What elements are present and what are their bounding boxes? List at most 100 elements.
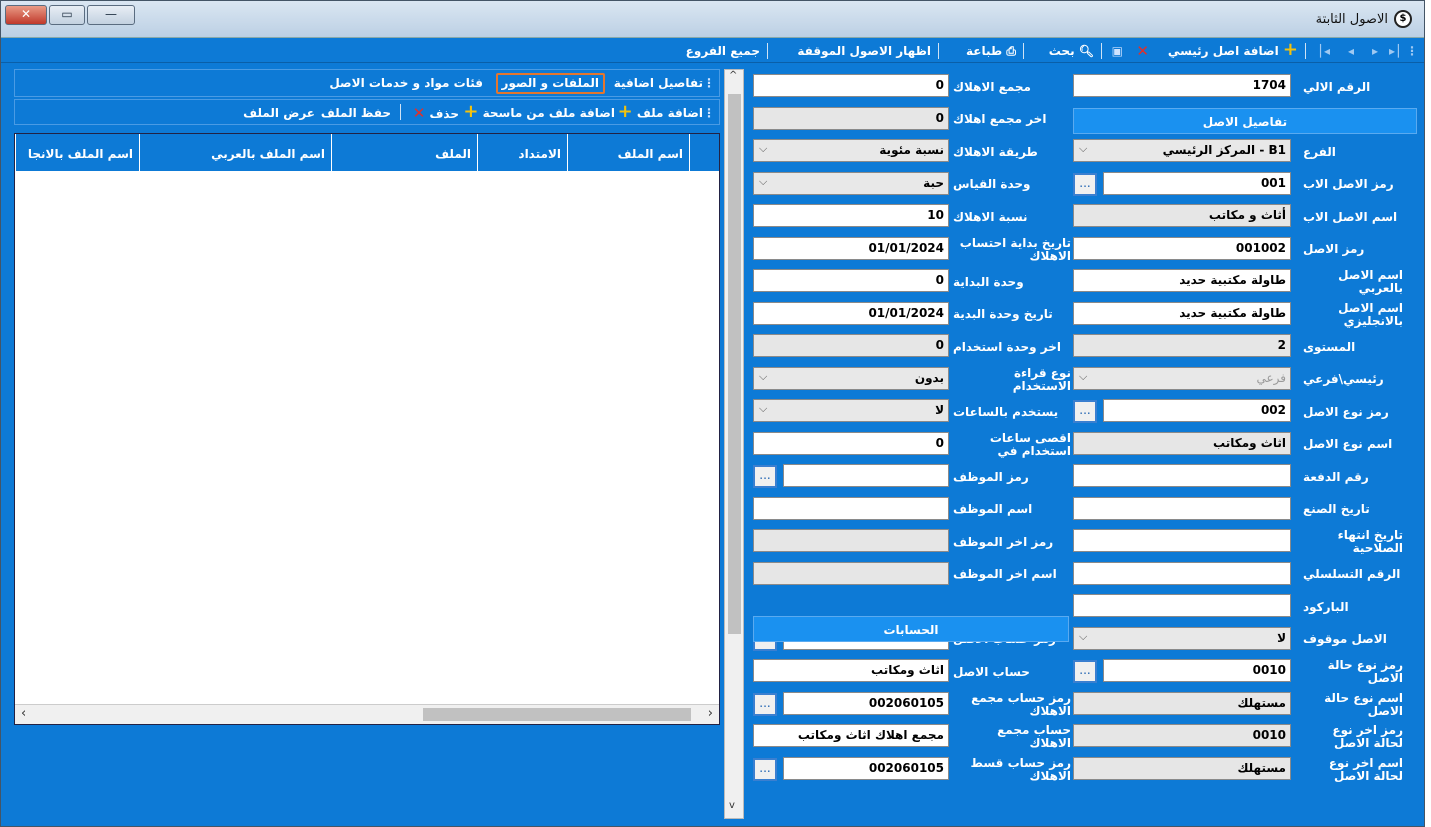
show-stopped-assets-button[interactable]: اظهار الاصول الموقفة	[797, 41, 931, 61]
toolbar-separator	[767, 43, 768, 59]
right-field-15[interactable]	[1073, 594, 1291, 617]
close-button[interactable]: ✕	[5, 5, 47, 25]
scroll-down-icon[interactable]: v	[729, 800, 735, 811]
nav-prev-icon[interactable]: ◂	[1348, 41, 1354, 61]
mid-field-7[interactable]: 01/01/2024	[753, 301, 949, 325]
mid-field-10[interactable]: لا	[753, 399, 949, 422]
attachments-panel: ⋮ تفاصيل اضافية الملفات و الصور فئات موا…	[14, 69, 720, 801]
right-field-4[interactable]: 001002	[1073, 236, 1291, 260]
mid-field-4[interactable]: 10	[753, 204, 949, 227]
print-button[interactable]: ⎙ طباعة	[966, 41, 1016, 61]
scroll-thumb[interactable]	[728, 94, 741, 634]
scroll-up-icon[interactable]: ^	[729, 70, 737, 81]
mid-lookup-button-12[interactable]: ...	[753, 465, 777, 488]
right-field-5[interactable]: طاولة مكتبية حديد	[1073, 269, 1291, 292]
right-label-11: رقم الدفعة	[1303, 469, 1369, 484]
grid-col-extension[interactable]: الامتداد	[477, 134, 567, 171]
mid-lookup-button-20[interactable]: ...	[753, 757, 777, 781]
nav-next-icon[interactable]: ▸	[1372, 41, 1378, 61]
mid-field-18[interactable]: 002060105	[783, 691, 949, 715]
tab-extra-details[interactable]: تفاصيل اضافية	[610, 73, 707, 94]
mid-field-9[interactable]: بدون	[753, 366, 949, 390]
mid-field-0[interactable]: 0	[753, 74, 949, 97]
right-field-17[interactable]: 0010	[1103, 659, 1291, 682]
right-field-1[interactable]: B1 - المركز الرئيسي	[1073, 139, 1291, 162]
right-field-13[interactable]	[1073, 529, 1291, 552]
grid-col-file[interactable]: الملف	[331, 134, 477, 171]
mid-field-17[interactable]: اثاث ومكاتب	[753, 659, 949, 682]
mid-field-6[interactable]: 0	[753, 269, 949, 292]
delete-icon[interactable]: ✕	[1136, 41, 1149, 61]
chevron-down-icon[interactable]: ⌵	[759, 175, 767, 189]
mid-field-20[interactable]: 002060105	[783, 756, 949, 780]
right-lookup-button-17[interactable]: ...	[1073, 660, 1097, 683]
scroll-thumb[interactable]	[423, 708, 691, 721]
search-icon: 🔍︎	[1078, 44, 1094, 58]
scroll-left-icon[interactable]: ‹	[21, 706, 26, 721]
add-from-scanner-button[interactable]: + اضافة ملف من ماسحة	[459, 103, 619, 124]
vertical-scrollbar[interactable]: ^ v	[724, 69, 744, 819]
horizontal-scrollbar[interactable]: ‹ ›	[15, 704, 719, 724]
right-field-12[interactable]	[1073, 496, 1291, 520]
nav-last-icon[interactable]: ◂⏐	[1317, 41, 1330, 61]
chevron-down-icon[interactable]: ⌵	[759, 402, 767, 416]
right-label-9: رمز نوع الاصل	[1303, 404, 1389, 419]
add-file-button[interactable]: + اضافة ملف	[614, 103, 707, 124]
grid-header: اسم الملف الامتداد الملف اسم الملف بالعر…	[15, 134, 719, 171]
add-main-asset-label: اضافة اصل رئيسي	[1167, 44, 1279, 58]
mid-field-11[interactable]: 0	[753, 431, 949, 455]
tabs-bar: ⋮ تفاصيل اضافية الملفات و الصور فئات موا…	[14, 69, 720, 97]
add-file-label: اضافة ملف	[636, 106, 703, 120]
files-grid[interactable]: اسم الملف الامتداد الملف اسم الملف بالعر…	[14, 133, 720, 725]
grid-col-arabic-name[interactable]: اسم الملف بالعربي	[139, 134, 331, 171]
toolbar-separator	[938, 43, 939, 59]
right-field-2[interactable]: 001	[1103, 171, 1291, 195]
maximize-button[interactable]: ▭	[49, 5, 85, 25]
mid-field-5[interactable]: 01/01/2024	[753, 236, 949, 260]
add-main-asset-button[interactable]: + اضافة اصل رئيسي	[1168, 41, 1298, 61]
right-field-18: مستهلك	[1073, 691, 1291, 715]
mid-field-2[interactable]: نسبة مئوية	[753, 139, 949, 162]
mid-label-20: رمز حساب قسط الاهلاك	[970, 755, 1072, 783]
mid-label-17: حساب الاصل	[953, 664, 1030, 679]
right-label-20: اسم اخر نوع لحالة الاصل	[1328, 755, 1403, 783]
right-field-14[interactable]	[1073, 561, 1291, 585]
view-file-button[interactable]: عرض الملف	[239, 103, 319, 124]
search-button[interactable]: 🔍︎ بحث	[1049, 41, 1094, 61]
right-field-0[interactable]: 1704	[1073, 74, 1291, 97]
chevron-down-icon[interactable]: ⌵	[1079, 142, 1087, 156]
right-field-11[interactable]	[1073, 464, 1291, 487]
chevron-down-icon[interactable]: ⌵	[1079, 370, 1087, 384]
save-file-button[interactable]: حفظ الملف	[317, 103, 395, 124]
right-lookup-button-2[interactable]: ...	[1073, 172, 1097, 196]
tab-asset-categories[interactable]: فئات مواد و خدمات الاصل	[325, 73, 487, 94]
mid-field-3[interactable]: حبة	[753, 171, 949, 195]
mid-field-13[interactable]	[753, 496, 949, 520]
delete-file-button[interactable]: ✕ حذف	[409, 103, 463, 124]
right-field-6[interactable]: طاولة مكتبية حديد	[1073, 301, 1291, 325]
mid-field-19[interactable]: مجمع اهلاك اثاث ومكاتب	[753, 724, 949, 747]
right-field-16[interactable]: لا	[1073, 626, 1291, 650]
right-field-9[interactable]: 002	[1103, 399, 1291, 422]
accounts-header: الحسابات	[753, 616, 1069, 642]
right-lookup-button-9[interactable]: ...	[1073, 400, 1097, 423]
mid-field-12[interactable]	[783, 464, 949, 487]
minimize-button[interactable]: —	[87, 5, 135, 25]
mid-lookup-button-18[interactable]: ...	[753, 692, 777, 716]
save-icon[interactable]: ▣	[1112, 41, 1123, 61]
scroll-right-icon[interactable]: ›	[708, 706, 713, 721]
nav-first-icon[interactable]: ⋮ ⏐▸	[1389, 41, 1418, 61]
chevron-down-icon[interactable]: ⌵	[759, 142, 767, 156]
chevron-down-icon[interactable]: ⌵	[1079, 630, 1087, 644]
mid-field-1: 0	[753, 106, 949, 130]
toolbar-separator	[1023, 43, 1024, 59]
tab-files-images[interactable]: الملفات و الصور	[495, 73, 605, 94]
right-field-8[interactable]: فرعي	[1073, 366, 1291, 390]
chevron-down-icon[interactable]: ⌵	[759, 370, 767, 384]
grid-col-file-name[interactable]: اسم الملف	[567, 134, 689, 171]
all-branches-button[interactable]: جميع الفروع	[686, 41, 760, 61]
toolbar-separator	[1101, 43, 1102, 59]
right-field-3: أثاث و مكاتب	[1073, 204, 1291, 227]
mid-label-18: رمز حساب مجمع الاهلاك	[971, 690, 1071, 718]
grid-col-english-name[interactable]: اسم الملف بالانجا	[15, 134, 139, 171]
